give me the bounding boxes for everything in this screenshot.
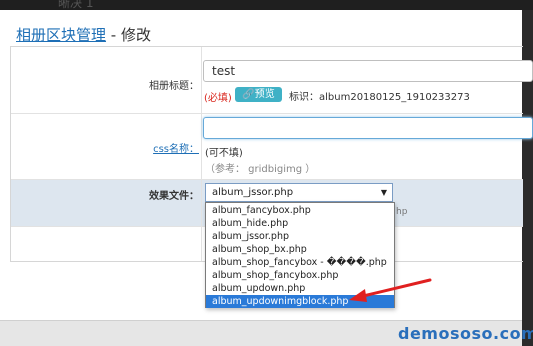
preview-label: 预览 [254,89,275,100]
css-name-input[interactable] [203,117,533,139]
annotation-arrow-icon [349,278,432,302]
watermark: demososo.com [398,324,533,343]
column-divider [201,47,202,261]
required-note: (必填) [204,93,232,104]
dropdown-option[interactable]: album_jssor.php [206,230,394,243]
optional-note: (可不填) [205,148,243,159]
album-title-input[interactable]: test [203,60,533,82]
reference-note: （参考： gridbigimg ） [205,164,316,175]
obscured-text: hp [396,207,408,217]
title-link[interactable]: 相册区块管理 [16,26,106,44]
dropdown-option[interactable]: album_shop_bx.php [206,243,394,256]
preview-button[interactable]: 🔗预览 [235,87,282,102]
select-value: album_jssor.php [212,187,294,198]
identifier-text: 标识：album20180125_1910233273 [289,92,470,103]
top-bar: 晰决 1 [0,0,533,10]
page-title: 相册区块管理 - 修改 [16,24,151,45]
dropdown-option[interactable]: album_fancybox.php [206,204,394,217]
triangle-down-icon: ▼ [380,188,387,197]
css-name-label[interactable]: css名称： [153,140,199,155]
dropdown-option[interactable]: album_hide.php [206,217,394,230]
title-suffix: - 修改 [106,26,151,44]
dropdown-option[interactable]: album_shop_fancybox - ����.php [206,256,394,269]
effect-file-select[interactable]: album_jssor.php ▼ [205,183,393,202]
album-title-label: 相册标题： [149,81,199,92]
effect-file-label: 效果文件： [149,191,199,202]
link-icon: 🔗 [242,89,255,100]
